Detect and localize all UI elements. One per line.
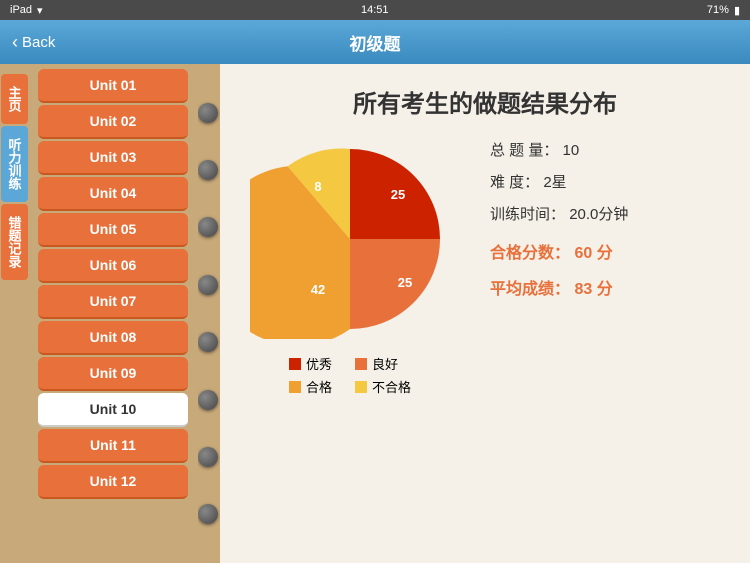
content-title: 所有考生的做题结果分布 [250, 84, 720, 119]
status-time: 14:51 [361, 4, 389, 16]
label-excellent: 25 [391, 187, 405, 202]
unit-list-panel: Unit 01 Unit 02 Unit 03 Unit 04 Unit 05 … [28, 64, 198, 563]
legend-label-pass: 合格 [306, 377, 332, 396]
ring-6 [198, 390, 218, 410]
unit-btn-12[interactable]: Unit 12 [38, 465, 188, 499]
pie-section: 25 25 42 8 优秀 良好 [250, 139, 450, 396]
nav-title: 初级题 [350, 30, 401, 55]
nav-bar: ‹ Back 初级题 [0, 20, 750, 64]
stat-avg-score: 平均成绩： 83 分 [490, 275, 720, 299]
back-label[interactable]: Back [22, 34, 55, 51]
stat-pass-score-label: 合格分数： [490, 245, 570, 262]
sidebar-item-errors[interactable]: 错题记录 [1, 204, 28, 280]
legend-good: 良好 [355, 354, 411, 373]
stat-pass-score-value: 60 分 [574, 245, 612, 262]
ring-8 [198, 504, 218, 524]
wifi-icon: ▾ [37, 4, 43, 17]
status-left: iPad ▾ [10, 4, 43, 17]
legend-fail: 不合格 [355, 377, 411, 396]
device-label: iPad [10, 4, 32, 16]
sidebar-item-listening[interactable]: 听力训练 [1, 126, 28, 202]
back-button[interactable]: ‹ Back [12, 32, 55, 53]
stat-time-value: 20.0分钟 [569, 206, 628, 223]
unit-btn-08[interactable]: Unit 08 [38, 321, 188, 355]
stat-avg-score-label: 平均成绩： [490, 281, 570, 298]
legend-label-fail: 不合格 [372, 377, 411, 396]
status-bar: iPad ▾ 14:51 71% ▮ [0, 0, 750, 20]
unit-btn-02[interactable]: Unit 02 [38, 105, 188, 139]
ring-5 [198, 332, 218, 352]
pie-chart: 25 25 42 8 [250, 139, 450, 339]
left-tab-sidebar: 主页 听力训练 错题记录 [0, 64, 28, 563]
stat-avg-score-value: 83 分 [574, 281, 612, 298]
unit-btn-03[interactable]: Unit 03 [38, 141, 188, 175]
stat-difficulty-value: 2星 [543, 174, 566, 191]
stat-total-label: 总 题 量： [490, 142, 558, 159]
unit-btn-07[interactable]: Unit 07 [38, 285, 188, 319]
stat-pass-score: 合格分数： 60 分 [490, 239, 720, 263]
legend-dot-excellent [289, 358, 301, 370]
ring-1 [198, 103, 218, 123]
unit-btn-01[interactable]: Unit 01 [38, 69, 188, 103]
legend-dot-good [355, 358, 367, 370]
main-layout: 主页 听力训练 错题记录 Unit 01 Unit 02 Unit 03 Uni… [0, 64, 750, 563]
unit-btn-05[interactable]: Unit 05 [38, 213, 188, 247]
stat-total: 总 题 量： 10 [490, 139, 720, 163]
segment-good [350, 239, 440, 329]
status-right: 71% ▮ [707, 4, 740, 17]
sidebar-item-homepage[interactable]: 主页 [1, 74, 28, 124]
label-good: 25 [398, 275, 412, 290]
back-arrow-icon: ‹ [12, 32, 18, 53]
unit-btn-09[interactable]: Unit 09 [38, 357, 188, 391]
stat-time: 训练时间： 20.0分钟 [490, 203, 720, 227]
pie-svg: 25 25 42 8 [250, 139, 450, 339]
legend-dot-pass [289, 381, 301, 393]
legend-label-good: 良好 [372, 354, 398, 373]
ring-7 [198, 447, 218, 467]
unit-btn-10[interactable]: Unit 10 [38, 393, 188, 427]
stat-difficulty-label: 难 度： [490, 174, 539, 191]
stat-difficulty: 难 度： 2星 [490, 171, 720, 195]
stats-panel: 总 题 量： 10 难 度： 2星 训练时间： 20.0分钟 合格分数： 60 … [470, 139, 720, 299]
battery-icon: ▮ [734, 4, 740, 17]
chart-legend: 优秀 良好 合格 不合格 [289, 354, 411, 396]
label-pass: 42 [311, 282, 325, 297]
unit-btn-11[interactable]: Unit 11 [38, 429, 188, 463]
unit-btn-06[interactable]: Unit 06 [38, 249, 188, 283]
stat-total-value: 10 [563, 142, 580, 159]
stat-time-label: 训练时间： [490, 206, 565, 223]
battery-level: 71% [707, 4, 729, 16]
label-fail: 8 [314, 179, 321, 194]
legend-dot-fail [355, 381, 367, 393]
legend-pass: 合格 [289, 377, 345, 396]
ring-4 [198, 275, 218, 295]
content-area: 所有考生的做题结果分布 25 [220, 64, 750, 563]
unit-btn-04[interactable]: Unit 04 [38, 177, 188, 211]
ring-3 [198, 217, 218, 237]
content-body: 25 25 42 8 优秀 良好 [250, 139, 720, 396]
ring-2 [198, 160, 218, 180]
ring-binder [198, 64, 220, 563]
legend-label-excellent: 优秀 [306, 354, 332, 373]
legend-excellent: 优秀 [289, 354, 345, 373]
